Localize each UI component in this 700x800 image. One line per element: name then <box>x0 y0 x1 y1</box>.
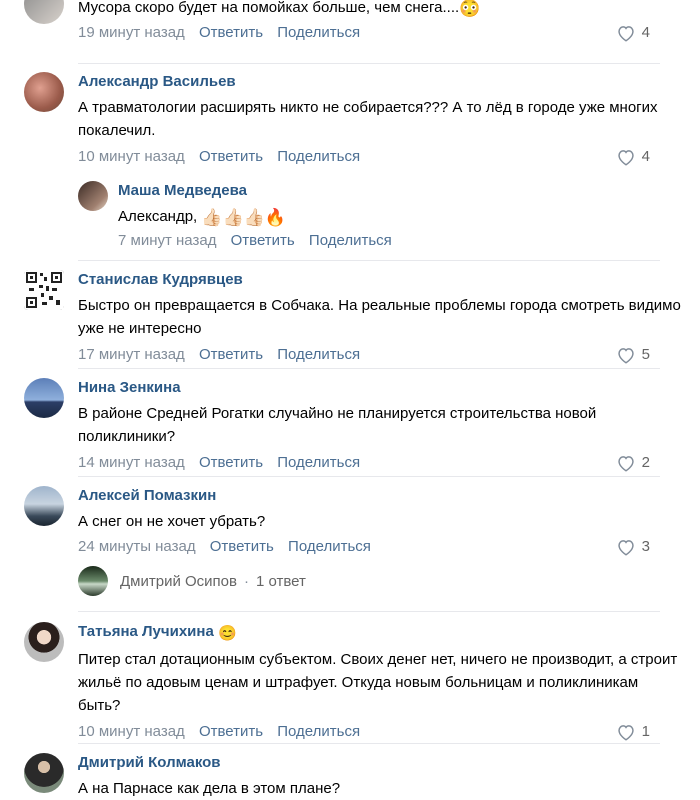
comment-text: В районе Средней Рогатки случайно не пла… <box>78 405 597 445</box>
heart-outline-icon <box>617 456 634 472</box>
comment-text: Мусора скоро будет на помойках больше, ч… <box>78 0 684 20</box>
divider <box>78 476 660 477</box>
reply-button[interactable]: Ответить <box>199 723 263 740</box>
like-button[interactable]: 4 <box>616 23 660 43</box>
like-count: 4 <box>641 24 650 41</box>
comment-author[interactable]: Нина Зенкина <box>78 378 684 398</box>
reply-button[interactable]: Ответить <box>199 346 263 363</box>
comment-author[interactable]: Маша Медведева <box>118 181 684 201</box>
comment-body: Татьяна Лучихина 😊 Питер стал дотационны… <box>78 622 684 742</box>
like-count: 3 <box>641 538 650 555</box>
like-button[interactable]: 5 <box>616 345 660 365</box>
flushed-emoji-icon: 😳 <box>459 0 481 18</box>
avatar[interactable] <box>24 622 64 662</box>
reply-button[interactable]: Ответить <box>199 24 263 41</box>
divider <box>78 611 660 612</box>
comment-author: Татьяна Лучихина 😊 <box>78 622 684 644</box>
like-button[interactable]: 1 <box>616 722 660 742</box>
comment-time[interactable]: 10 минут назад <box>78 148 185 165</box>
comment-time[interactable]: 14 минут назад <box>78 454 185 471</box>
comment-time[interactable]: 7 минут назад <box>118 232 216 249</box>
comment-text-content: Александр, <box>118 208 198 225</box>
comment-text: Питер стал дотационным субъектом. Своих … <box>78 651 678 714</box>
like-button[interactable]: 4 <box>616 147 660 167</box>
share-button[interactable]: Поделиться <box>277 148 360 165</box>
comment-body: Дмитрий Колмаков А на Парнасе как дела в… <box>78 753 684 800</box>
comment-time[interactable]: 17 минут назад <box>78 346 185 363</box>
comment-time[interactable]: 19 минут назад <box>78 24 185 41</box>
reply-button[interactable]: Ответить <box>231 232 295 249</box>
like-count: 1 <box>641 723 650 740</box>
comment-author[interactable]: Алексей Помазкин <box>78 486 684 506</box>
comment-author-name[interactable]: Татьяна Лучихина <box>78 623 214 640</box>
comment-body: Александр Васильев А травматологии расши… <box>78 72 684 167</box>
share-button[interactable]: Поделиться <box>277 346 360 363</box>
heart-outline-icon <box>617 26 634 42</box>
comment-body: Станислав Кудрявцев Быстро он превращает… <box>78 270 684 365</box>
comment-text: Быстро он превращается в Собчака. На реа… <box>78 297 681 337</box>
comment-body: Алексей Помазкин А снег он не хочет убра… <box>78 486 684 557</box>
comment-text: А снег он не хочет убрать? <box>78 513 266 530</box>
thread-separator: · <box>243 572 249 590</box>
heart-outline-icon <box>617 348 634 364</box>
comment-meta: 19 минут назад Ответить Поделиться 4 <box>78 23 684 43</box>
comment-body: Мусора скоро будет на помойках больше, ч… <box>78 0 684 43</box>
collapsed-thread[interactable]: Дмитрий Осипов · 1 ответ <box>78 566 306 596</box>
thread-replies-count[interactable]: 1 ответ <box>256 573 306 590</box>
share-button[interactable]: Поделиться <box>309 232 392 249</box>
heart-outline-icon <box>617 725 634 741</box>
comment-meta: 14 минут назад Ответить Поделиться 2 <box>78 453 684 473</box>
avatar[interactable] <box>78 181 108 211</box>
comment-meta: 24 минуты назад Ответить Поделиться 3 <box>78 537 684 557</box>
share-button[interactable]: Поделиться <box>277 723 360 740</box>
like-count: 4 <box>641 148 650 165</box>
like-count: 2 <box>641 454 650 471</box>
divider <box>78 368 660 369</box>
comment-body: Нина Зенкина В районе Средней Рогатки сл… <box>78 378 684 473</box>
share-button[interactable]: Поделиться <box>277 24 360 41</box>
avatar[interactable] <box>24 72 64 112</box>
divider <box>78 63 660 64</box>
avatar[interactable] <box>24 270 64 310</box>
comment-author[interactable]: Дмитрий Колмаков <box>78 753 684 773</box>
heart-outline-icon <box>617 540 634 556</box>
reply-button[interactable]: Ответить <box>199 148 263 165</box>
comment-text: А травматологии расширять никто не собир… <box>78 99 658 139</box>
like-count: 5 <box>641 346 650 363</box>
comment-author[interactable]: Станислав Кудрявцев <box>78 270 684 290</box>
comment-meta: 17 минут назад Ответить Поделиться 5 <box>78 345 684 365</box>
avatar[interactable] <box>24 486 64 526</box>
thumbs-up-fire-emoji-icon: 👍🏻👍🏻👍🏻🔥 <box>201 208 287 227</box>
avatar[interactable] <box>24 0 64 24</box>
share-button[interactable]: Поделиться <box>288 538 371 555</box>
qr-code-icon <box>24 270 64 310</box>
comment-time[interactable]: 24 минуты назад <box>78 538 196 555</box>
divider <box>78 260 660 261</box>
comment-time[interactable]: 10 минут назад <box>78 723 185 740</box>
heart-outline-icon <box>617 150 634 166</box>
reply-button[interactable]: Ответить <box>199 454 263 471</box>
comment-meta: 7 минут назад Ответить Поделиться <box>118 231 684 251</box>
smiling-emoji-icon: 😊 <box>217 625 237 642</box>
avatar[interactable] <box>24 378 64 418</box>
comment-author[interactable]: Александр Васильев <box>78 72 684 92</box>
comment-text: А на Парнасе как дела в этом плане? <box>78 780 341 797</box>
comment-text-content: Мусора скоро будет на помойках больше, ч… <box>78 0 460 16</box>
comment-meta: 10 минут назад Ответить Поделиться 1 <box>78 722 684 742</box>
share-button[interactable]: Поделиться <box>277 454 360 471</box>
comment-body: Маша Медведева Александр, 👍🏻👍🏻👍🏻🔥 7 мину… <box>118 181 684 251</box>
avatar <box>78 566 108 596</box>
reply-button[interactable]: Ответить <box>210 538 274 555</box>
like-button[interactable]: 2 <box>616 453 660 473</box>
divider <box>78 743 660 744</box>
comment-text: Александр, 👍🏻👍🏻👍🏻🔥 <box>118 205 684 229</box>
like-button[interactable]: 3 <box>616 537 660 557</box>
comment-meta: 10 минут назад Ответить Поделиться 4 <box>78 147 684 167</box>
thread-author[interactable]: Дмитрий Осипов <box>120 573 237 590</box>
avatar[interactable] <box>24 753 64 793</box>
